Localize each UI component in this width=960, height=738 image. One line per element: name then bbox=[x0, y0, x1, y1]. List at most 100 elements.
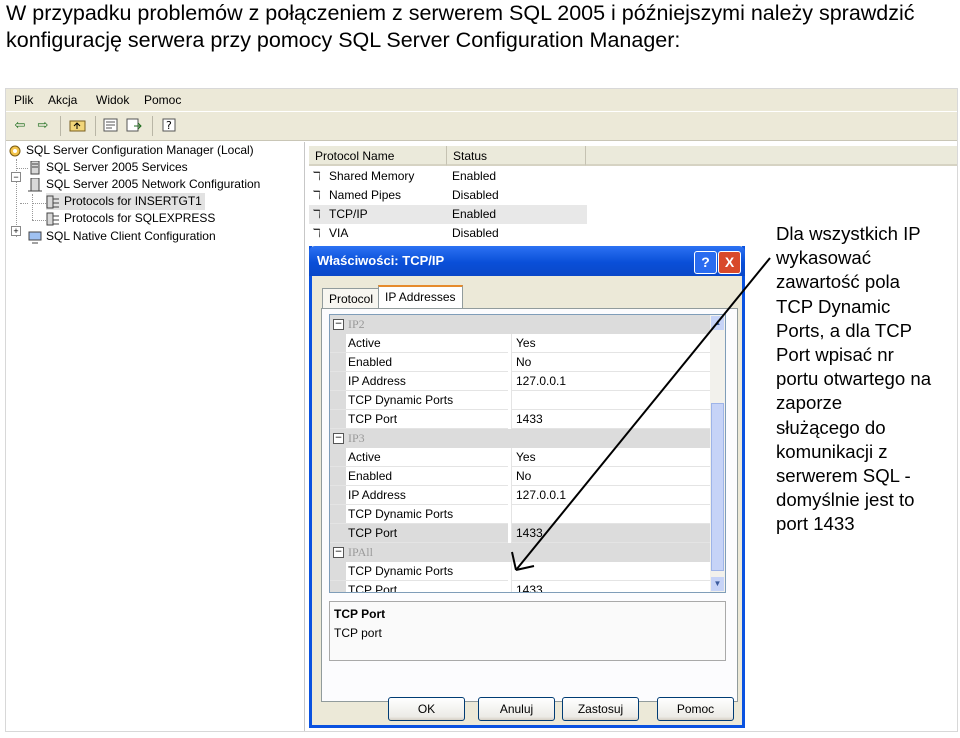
collapse-icon[interactable]: − bbox=[333, 433, 344, 444]
note-line: Port wpisać nr bbox=[776, 344, 894, 366]
property-row[interactable]: TCP Dynamic Ports bbox=[330, 505, 710, 524]
menu-akcja[interactable]: Akcja bbox=[48, 93, 77, 107]
up-folder-icon[interactable] bbox=[69, 117, 87, 134]
tree-item-native-client[interactable]: SQL Native Client Configuration bbox=[28, 228, 216, 245]
property-row[interactable]: IP Address 127.0.0.1 bbox=[330, 372, 710, 391]
note-line: serwerem SQL - bbox=[776, 465, 911, 487]
tree-protocols-sqlexpress-label: Protocols for SQLEXPRESS bbox=[64, 211, 216, 225]
protocol-status: Enabled bbox=[452, 169, 497, 183]
protocol-name: Shared Memory bbox=[329, 169, 415, 183]
list-item-selected[interactable]: ℸ TCP/IP Enabled bbox=[309, 205, 587, 224]
vertical-scrollbar[interactable]: ▲ ▼ bbox=[710, 315, 725, 592]
property-grid: − IP2 Active Yes Enabled No IP Address 127.0… bbox=[329, 314, 726, 593]
menu-pomoc[interactable]: Pomoc bbox=[144, 93, 181, 107]
protocol-name: Named Pipes bbox=[329, 188, 402, 202]
property-row[interactable]: TCP Port 1433 bbox=[330, 410, 710, 429]
dialog-title-bar[interactable]: Właściwości: TCP/IP ? X bbox=[309, 246, 745, 276]
svg-text:?: ? bbox=[166, 119, 172, 132]
menu-plik[interactable]: Plik bbox=[14, 93, 33, 107]
menu-widok[interactable]: Widok bbox=[96, 93, 129, 107]
note-line: wykasować bbox=[776, 247, 872, 269]
help-title-button[interactable]: ? bbox=[694, 251, 717, 274]
category-ip2[interactable]: − IP2 bbox=[330, 315, 710, 334]
protocol-icon: ℸ bbox=[313, 226, 321, 240]
tree-item-protocols-insertgt1[interactable]: Protocols for INSERTGT1 bbox=[46, 193, 205, 210]
close-button[interactable]: X bbox=[718, 251, 741, 274]
category-ip3[interactable]: − IP3 bbox=[330, 429, 710, 448]
tree-item-network[interactable]: SQL Server 2005 Network Configuration bbox=[28, 176, 260, 193]
property-row[interactable]: IP Address 127.0.0.1 bbox=[330, 486, 710, 505]
tree-item-protocols-sqlexpress[interactable]: Protocols for SQLEXPRESS bbox=[46, 210, 215, 227]
note-line: port 1433 bbox=[776, 513, 855, 535]
tab-ip-addresses[interactable]: IP Addresses bbox=[378, 285, 463, 310]
list-item[interactable]: ℸ Shared Memory Enabled bbox=[309, 167, 587, 186]
help-icon[interactable]: ? bbox=[161, 117, 179, 134]
description-text: TCP port bbox=[334, 626, 382, 640]
scroll-down-icon[interactable]: ▼ bbox=[711, 577, 724, 591]
scroll-thumb[interactable] bbox=[711, 403, 724, 571]
apply-button[interactable]: Zastosuj bbox=[562, 697, 639, 721]
protocol-icon: ℸ bbox=[313, 207, 321, 221]
tree-item-services[interactable]: SQL Server 2005 Services bbox=[28, 159, 188, 176]
properties-icon[interactable] bbox=[102, 117, 120, 134]
protocol-icon: ℸ bbox=[313, 188, 321, 202]
back-icon[interactable]: ⇦ bbox=[11, 117, 29, 134]
server-icon bbox=[28, 160, 42, 175]
column-header-protocol-name[interactable]: Protocol Name bbox=[309, 146, 447, 166]
forward-icon[interactable]: ⇨ bbox=[34, 117, 52, 134]
caption-text: W przypadku problemów z połączeniem z se… bbox=[6, 1, 915, 52]
menu-bar: Plik Akcja Widok Pomoc bbox=[6, 89, 957, 111]
property-row[interactable]: TCP Dynamic Ports bbox=[330, 391, 710, 410]
collapse-icon[interactable]: − bbox=[333, 547, 344, 558]
toolbar-separator bbox=[152, 116, 153, 136]
property-row[interactable]: Active Yes bbox=[330, 334, 710, 353]
tab-protocol[interactable]: Protocol bbox=[322, 288, 381, 309]
tree-root[interactable]: SQL Server Configuration Manager (Local) bbox=[8, 142, 254, 159]
properties-dialog: Właściwości: TCP/IP ? X Protocol IP Addr… bbox=[309, 246, 745, 728]
export-icon[interactable] bbox=[125, 117, 143, 134]
tree-line bbox=[20, 203, 28, 204]
property-row[interactable]: Active Yes bbox=[330, 448, 710, 467]
toolbar-separator bbox=[60, 116, 61, 136]
tree-protocols-insertgt1-label: Protocols for INSERTGT1 bbox=[64, 194, 202, 208]
protocol-status: Disabled bbox=[452, 226, 499, 240]
property-row[interactable]: TCP Port 1433 bbox=[330, 581, 710, 592]
scroll-up-icon[interactable]: ▲ bbox=[711, 316, 724, 330]
protocol-status: Disabled bbox=[452, 188, 499, 202]
protocol-icon: ℸ bbox=[313, 169, 321, 183]
note-line: portu otwartego na bbox=[776, 368, 932, 390]
property-row[interactable]: Enabled No bbox=[330, 467, 710, 486]
protocol-name: VIA bbox=[329, 226, 349, 240]
tree-services-label: SQL Server 2005 Services bbox=[46, 160, 188, 174]
collapse-icon[interactable]: − bbox=[11, 172, 21, 182]
cancel-button[interactable]: Anuluj bbox=[478, 697, 555, 721]
expand-icon[interactable]: + bbox=[11, 226, 21, 236]
note-line: zawartość pola bbox=[776, 271, 901, 293]
column-header-status[interactable]: Status bbox=[447, 146, 586, 166]
tree-line bbox=[32, 220, 46, 221]
property-row-selected[interactable]: TCP Port 1433 bbox=[330, 524, 710, 543]
tree-line bbox=[32, 203, 46, 204]
description-title: TCP Port bbox=[334, 607, 386, 621]
tab-panel: − IP2 Active Yes Enabled No IP Address 127.0… bbox=[321, 308, 738, 702]
note-line: służącego do bbox=[776, 416, 886, 438]
help-button[interactable]: Pomoc bbox=[657, 697, 734, 721]
tree-line bbox=[32, 194, 33, 220]
note-line: TCP Dynamic bbox=[776, 295, 891, 317]
list-item[interactable]: ℸ Named Pipes Disabled bbox=[309, 186, 587, 205]
tree-network-label: SQL Server 2005 Network Configuration bbox=[46, 177, 261, 191]
collapse-icon[interactable]: − bbox=[333, 319, 344, 330]
note-line: Ports, a dla TCP bbox=[776, 319, 913, 341]
note-line: zaporze bbox=[776, 392, 843, 414]
property-row[interactable]: TCP Dynamic Ports bbox=[330, 562, 710, 581]
ok-button[interactable]: OK bbox=[388, 697, 465, 721]
property-row[interactable]: Enabled No bbox=[330, 353, 710, 372]
category-ipall[interactable]: − IPAll bbox=[330, 543, 710, 562]
list-item[interactable]: ℸ VIA Disabled bbox=[309, 224, 587, 243]
annotation-note: Dla wszystkich IP wykasować zawartość po… bbox=[776, 222, 960, 537]
note-line: domyślnie jest to bbox=[776, 489, 915, 511]
native-client-icon bbox=[28, 230, 42, 244]
console-tree: SQL Server Configuration Manager (Local)… bbox=[6, 142, 305, 731]
description-box: TCP Port TCP port bbox=[329, 601, 726, 661]
protocol-status: Enabled bbox=[452, 207, 497, 221]
